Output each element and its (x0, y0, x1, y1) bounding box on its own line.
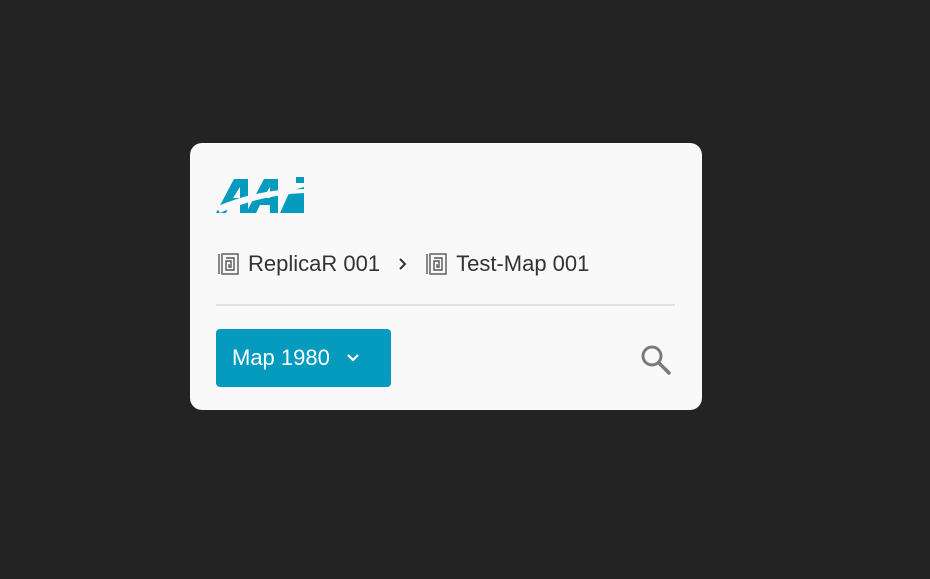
chevron-right-icon (399, 258, 407, 270)
breadcrumb-label: Test-Map 001 (456, 251, 590, 276)
chevron-down-icon (347, 354, 359, 362)
aai-logo (216, 177, 304, 213)
breadcrumb-label: ReplicaR 001 (248, 251, 381, 276)
search-icon[interactable] (637, 341, 673, 377)
breadcrumb-item-test-map[interactable]: Test-Map 001 (424, 251, 589, 277)
map-card: ReplicaR 001 Test-Map 001 Map 1980 (190, 143, 702, 410)
map-icon (426, 253, 447, 275)
map-icon (218, 253, 239, 275)
map-select-button[interactable]: Map 1980 (216, 329, 391, 387)
map-select-label: Map 1980 (232, 345, 330, 370)
breadcrumb: ReplicaR 001 Test-Map 001 (216, 249, 589, 279)
breadcrumb-item-replica[interactable]: ReplicaR 001 (216, 251, 380, 277)
divider (216, 304, 675, 306)
